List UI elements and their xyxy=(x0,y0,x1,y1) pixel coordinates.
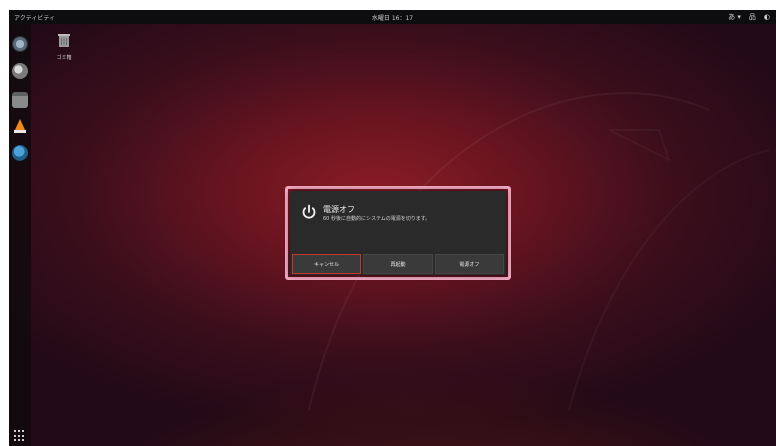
network-icon[interactable]: 品 xyxy=(749,12,756,22)
ubuntu-globe-icon[interactable] xyxy=(12,145,28,161)
power-menu-icon[interactable]: ◐ xyxy=(764,13,770,21)
dialog-buttons: キャンセル 再起動 電源オフ xyxy=(290,254,506,274)
input-method-indicator[interactable]: あ ▾ xyxy=(728,12,741,22)
power-off-dialog: 電源オフ 60 秒後に自動的にシステムの電源を切ります。 キャンセル 再起動 電… xyxy=(290,191,506,275)
trash-label: ゴミ箱 xyxy=(56,55,72,61)
desktop-trash[interactable]: ゴミ箱 xyxy=(53,32,75,61)
chromium-icon[interactable] xyxy=(12,36,28,52)
power-icon xyxy=(302,204,316,219)
show-applications-icon[interactable] xyxy=(14,430,26,442)
files-icon[interactable] xyxy=(12,92,28,108)
restart-button[interactable]: 再起動 xyxy=(363,254,433,274)
system-tray[interactable]: あ ▾ 品 ◐ xyxy=(728,12,770,22)
rhythmbox-icon[interactable] xyxy=(12,63,28,79)
dock xyxy=(9,24,31,446)
vlc-icon[interactable] xyxy=(12,118,28,134)
cancel-button[interactable]: キャンセル xyxy=(292,254,362,274)
dialog-title: 電源オフ xyxy=(323,205,355,214)
top-bar: アクティビティ 水曜日 16：17 あ ▾ 品 ◐ xyxy=(9,10,776,24)
clock[interactable]: 水曜日 16：17 xyxy=(372,13,413,22)
dialog-message: 60 秒後に自動的にシステムの電源を切ります。 xyxy=(323,216,431,222)
trash-icon xyxy=(58,34,70,47)
activities-button[interactable]: アクティビティ xyxy=(14,13,55,22)
power-off-button[interactable]: 電源オフ xyxy=(434,254,504,274)
